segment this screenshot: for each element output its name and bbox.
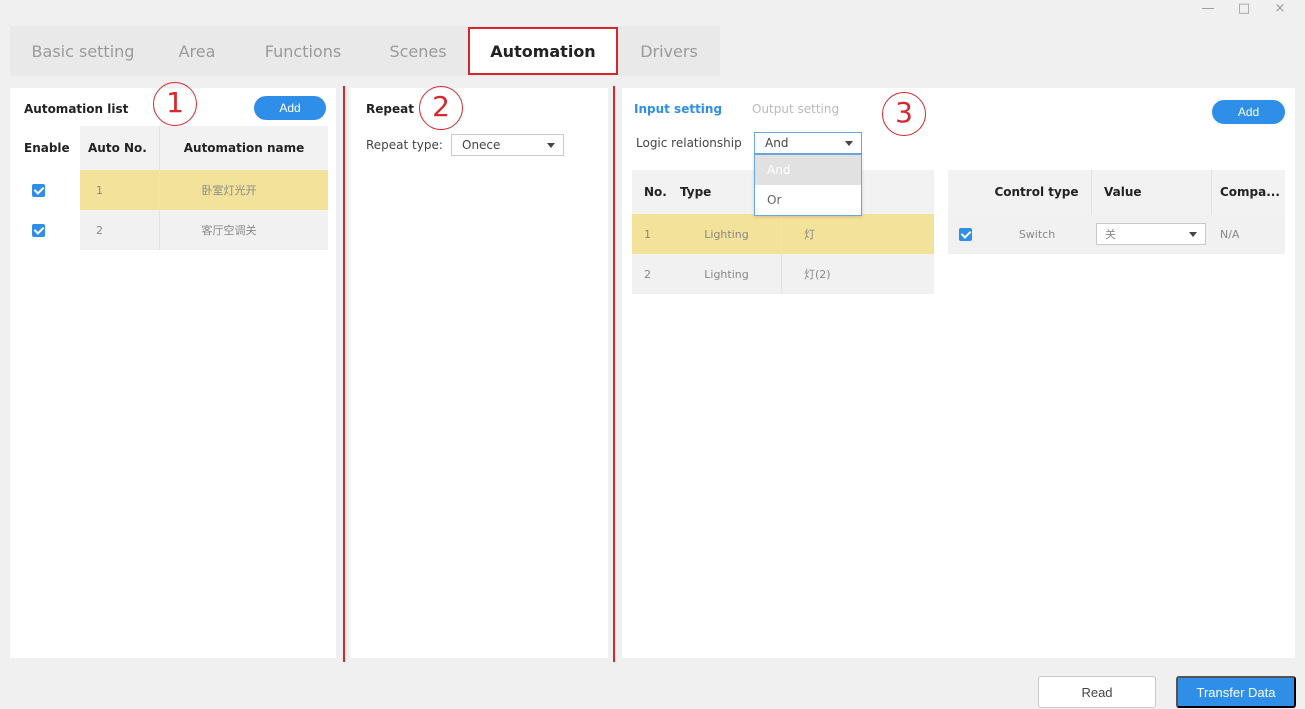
header-automation-name: Automation name: [160, 126, 328, 170]
app-window: — □ × Basic setting Area Functions Scene…: [0, 0, 1305, 709]
automation-list-title: Automation list: [24, 102, 129, 116]
enable-checkbox[interactable]: [32, 223, 45, 237]
header-compare: Compa...: [1220, 185, 1280, 199]
dropdown-option-or[interactable]: Or: [755, 185, 861, 215]
add-input-button[interactable]: Add: [1212, 100, 1285, 124]
logic-relationship-select[interactable]: And: [754, 132, 862, 154]
type-cell: Lighting: [672, 254, 782, 294]
automation-list-panel: Automation list Add Enable Auto No. Auto…: [10, 88, 336, 658]
annotation-circle-2: 2: [419, 86, 463, 130]
tab-drivers[interactable]: Drivers: [618, 26, 720, 76]
chevron-down-icon: [845, 141, 853, 146]
header-auto-no: Auto No.: [80, 126, 160, 170]
repeat-type-value: Onece: [462, 138, 501, 152]
enable-cell: [948, 227, 982, 241]
header-enable: Enable: [24, 141, 70, 155]
table-row[interactable]: Switch 关 N/A: [948, 214, 1285, 254]
table-row[interactable]: 2 客厅空调关: [24, 210, 328, 250]
close-icon[interactable]: ×: [1273, 2, 1287, 16]
annotation-circle-3: 3: [882, 92, 926, 136]
automation-name-cell: 客厅空调关: [160, 210, 328, 250]
repeat-type-label: Repeat type:: [366, 138, 443, 152]
main-tab-bar: Basic setting Area Functions Scenes Auto…: [10, 26, 720, 76]
compare-cell: N/A: [1220, 227, 1240, 241]
tab-functions[interactable]: Functions: [238, 26, 368, 76]
chevron-down-icon: [547, 143, 555, 148]
logic-relationship-value: And: [765, 136, 789, 150]
table-row[interactable]: 1 Lighting 灯: [632, 214, 934, 254]
tab-input-setting[interactable]: Input setting: [634, 102, 722, 116]
logic-relationship-label: Logic relationship: [636, 136, 742, 150]
table-row[interactable]: 1 卧室灯光开: [24, 170, 328, 210]
value-select[interactable]: 关: [1096, 223, 1206, 245]
value-select-value: 关: [1105, 228, 1116, 241]
table-header: Control type Value Compa...: [948, 170, 1285, 214]
minimize-icon[interactable]: —: [1201, 2, 1215, 16]
tab-basic-setting[interactable]: Basic setting: [10, 26, 156, 76]
tab-scenes[interactable]: Scenes: [368, 26, 468, 76]
read-button[interactable]: Read: [1038, 676, 1156, 708]
header-value: Value: [1092, 170, 1212, 214]
tab-output-setting[interactable]: Output setting: [752, 102, 839, 116]
control-type-cell: Switch: [1018, 227, 1056, 241]
maximize-icon[interactable]: □: [1237, 2, 1251, 16]
table-header: Enable Auto No. Automation name: [24, 126, 328, 170]
annotation-divider-line: [343, 86, 345, 662]
no-cell: 1: [644, 227, 651, 241]
add-automation-button[interactable]: Add: [254, 96, 326, 120]
table-row[interactable]: 2 Lighting 灯(2): [632, 254, 934, 294]
annotation-divider-line: [613, 86, 615, 662]
device-cell: 灯: [804, 228, 815, 241]
type-cell: Lighting: [672, 214, 782, 254]
enable-checkbox[interactable]: [32, 183, 45, 197]
auto-no-cell: 1: [80, 170, 160, 210]
automation-name-cell: 卧室灯光开: [160, 170, 328, 210]
repeat-panel: Repeat Repeat type:: [350, 88, 608, 658]
annotation-circle-1: 1: [153, 82, 197, 126]
tab-area[interactable]: Area: [156, 26, 238, 76]
control-table: Control type Value Compa... Switch 关 N/A: [948, 170, 1285, 254]
header-control-type: Control type: [982, 170, 1092, 214]
chevron-down-icon: [1189, 232, 1197, 237]
no-cell: 2: [644, 267, 651, 281]
enable-cell: [24, 183, 80, 197]
transfer-data-button[interactable]: Transfer Data: [1176, 676, 1296, 708]
tab-automation[interactable]: Automation: [468, 27, 618, 75]
automation-table: Enable Auto No. Automation name 1 卧室灯光开 …: [24, 126, 328, 250]
dropdown-option-and[interactable]: And: [755, 155, 861, 185]
logic-relationship-dropdown: And Or: [754, 154, 862, 216]
window-controls: — □ ×: [1201, 2, 1287, 16]
auto-no-cell: 2: [80, 210, 160, 250]
enable-cell: [24, 223, 80, 237]
repeat-title: Repeat: [366, 102, 414, 116]
value-cell: 关: [1092, 214, 1212, 254]
enable-checkbox[interactable]: [958, 227, 972, 241]
device-cell: 灯(2): [804, 268, 831, 281]
header-no: No.: [644, 185, 667, 199]
repeat-type-select[interactable]: Onece: [451, 134, 564, 156]
